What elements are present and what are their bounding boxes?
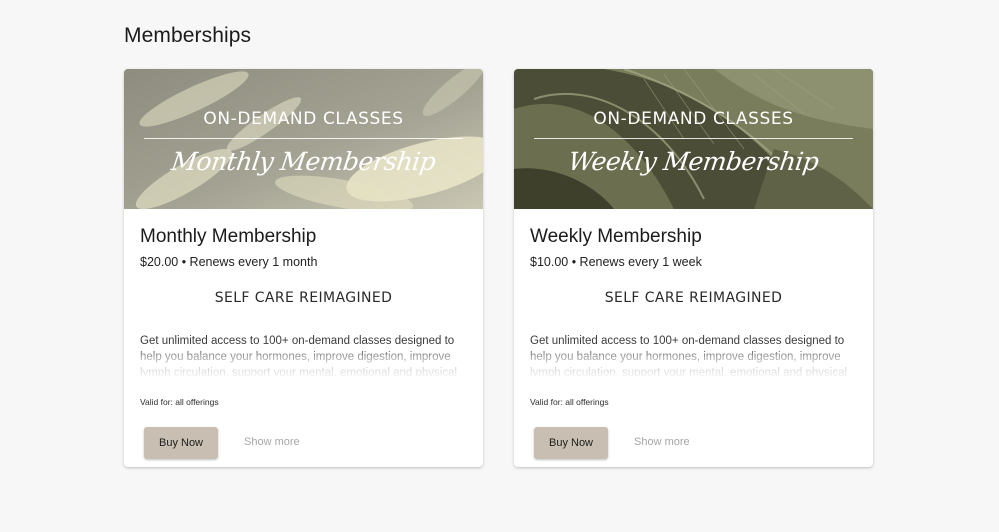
membership-valid-for: Valid for: all offerings (140, 397, 219, 407)
buy-now-button[interactable]: Buy Now (534, 427, 608, 459)
page-title: Memberships (124, 24, 252, 47)
membership-valid-for: Valid for: all offerings (530, 397, 609, 407)
membership-description: Get unlimited access to 100+ on-demand c… (530, 335, 848, 377)
membership-name: Weekly Membership (530, 226, 702, 247)
banner-script-title: Weekly Membership (566, 147, 821, 176)
membership-tagline: SELF CARE REIMAGINED (604, 290, 783, 306)
membership-tagline: SELF CARE REIMAGINED (214, 290, 393, 306)
show-more-link[interactable]: Show more (634, 436, 690, 448)
banner-heading: ON-DEMAND CLASSES (593, 109, 794, 129)
banner-photo-shadows (124, 69, 483, 209)
membership-banner-image: ON-DEMAND CLASSES Weekly Membership (514, 69, 873, 209)
show-more-link[interactable]: Show more (244, 436, 300, 448)
membership-card-weekly: ON-DEMAND CLASSES Weekly Membership Week… (514, 69, 873, 467)
membership-card-monthly: ON-DEMAND CLASSES Monthly Membership Mon… (124, 69, 483, 467)
buy-now-button[interactable]: Buy Now (144, 427, 218, 459)
banner-photo-leaves (514, 69, 873, 209)
membership-banner-image: ON-DEMAND CLASSES Monthly Membership (124, 69, 483, 209)
banner-script-title: Monthly Membership (169, 147, 438, 176)
banner-divider (534, 138, 853, 139)
membership-price: $20.00 • Renews every 1 month (140, 255, 318, 269)
banner-divider (144, 138, 463, 139)
membership-price: $10.00 • Renews every 1 week (530, 255, 702, 269)
membership-name: Monthly Membership (140, 226, 317, 247)
membership-description: Get unlimited access to 100+ on-demand c… (140, 335, 458, 377)
memberships-page: Memberships ON-DEMAND CLASSES Monthly Me… (0, 0, 999, 532)
banner-heading: ON-DEMAND CLASSES (203, 109, 404, 129)
